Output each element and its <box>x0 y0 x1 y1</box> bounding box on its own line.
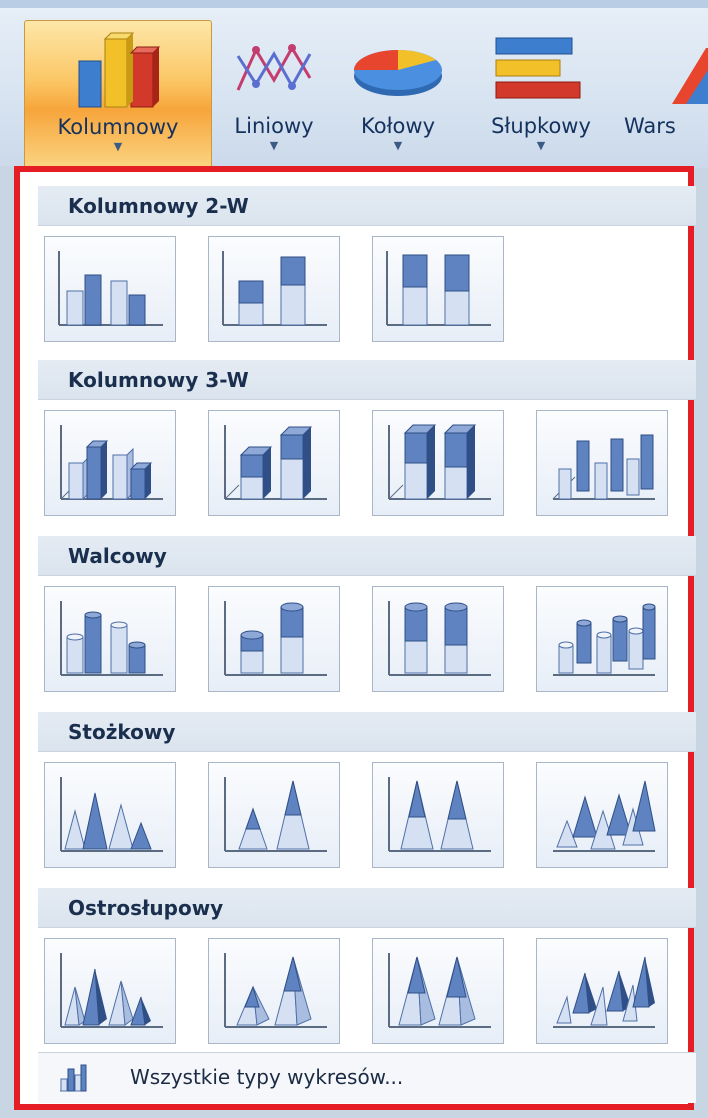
stacked-pyramid-button[interactable] <box>208 938 340 1044</box>
100-percent-stacked-column-icon <box>386 251 491 326</box>
section-header-2d-column: Kolumnowy 2-W <box>38 186 696 226</box>
pie-chart-icon <box>340 20 456 112</box>
3d-column-button[interactable] <box>536 410 668 516</box>
bar-chart-icon <box>466 20 616 112</box>
100-percent-stacked-cylinder-icon <box>388 601 491 676</box>
100-percent-stacked-pyramid-icon <box>388 953 491 1028</box>
stacked-cone-button[interactable] <box>208 762 340 868</box>
3d-cylinder-button[interactable] <box>536 586 668 692</box>
area-chart-label: Wars <box>624 114 676 138</box>
clustered-cone-icon <box>60 777 163 852</box>
3d-cone-icon <box>553 780 656 852</box>
stacked-pyramid-icon <box>224 953 327 1028</box>
column-chart-label: Kolumnowy <box>57 115 179 139</box>
all-chart-types-icon <box>60 1064 87 1092</box>
stacked-cone-icon <box>224 777 327 852</box>
pie-chart-button[interactable]: Kołowy ▼ <box>340 20 456 170</box>
clustered-column-button[interactable] <box>44 236 176 342</box>
line-chart-label: Liniowy <box>234 114 314 138</box>
line-chart-icon <box>214 20 334 112</box>
ribbon-chart-group: Kolumnowy ▼ Liniowy ▼ Kołowy ▼ Słupkowy … <box>0 0 708 170</box>
3d-cone-button[interactable] <box>536 762 668 868</box>
section-header-cylinder: Walcowy <box>38 536 696 576</box>
3d-column-icon <box>552 434 655 500</box>
window-edge <box>0 166 14 1118</box>
chevron-down-icon: ▼ <box>269 139 279 152</box>
3d-cylinder-icon <box>553 603 656 676</box>
3d-pyramid-button[interactable] <box>536 938 668 1044</box>
pie-chart-label: Kołowy <box>361 114 435 138</box>
area-chart-button[interactable]: Wars <box>624 20 708 170</box>
section-header-pyramid: Ostrosłupowy <box>38 888 696 928</box>
3d-pyramid-icon <box>553 956 655 1028</box>
chart-type-dropdown: Kolumnowy 2-W Kolumnowy 3-W Walcowy Stoż… <box>14 166 696 1110</box>
bar-chart-button[interactable]: Słupkowy ▼ <box>466 20 616 170</box>
3d-clustered-column-button[interactable] <box>44 410 176 516</box>
stacked-cylinder-icon <box>224 601 327 676</box>
chevron-down-icon: ▼ <box>393 139 403 152</box>
clustered-cone-button[interactable] <box>44 762 176 868</box>
3d-clustered-column-icon <box>60 425 163 501</box>
bar-chart-label: Słupkowy <box>491 114 591 138</box>
3d-stacked-column-icon <box>224 425 327 500</box>
3d-100-percent-stacked-column-button[interactable] <box>372 410 504 516</box>
section-header-cone: Stożkowy <box>38 712 696 752</box>
100-percent-stacked-pyramid-button[interactable] <box>372 938 504 1044</box>
area-chart-icon <box>624 20 708 112</box>
chevron-down-icon: ▼ <box>113 140 123 153</box>
100-percent-stacked-column-button[interactable] <box>372 236 504 342</box>
all-chart-types-label: Wszystkie typy wykresów... <box>130 1065 404 1089</box>
clustered-cylinder-icon <box>60 601 163 676</box>
100-percent-stacked-cylinder-button[interactable] <box>372 586 504 692</box>
stacked-cylinder-button[interactable] <box>208 586 340 692</box>
column-chart-icon <box>25 21 211 113</box>
clustered-column-icon <box>58 251 163 326</box>
stacked-column-button[interactable] <box>208 236 340 342</box>
100-percent-stacked-cone-button[interactable] <box>372 762 504 868</box>
all-chart-types-menu-item[interactable]: Wszystkie typy wykresów... <box>38 1052 696 1103</box>
chevron-down-icon: ▼ <box>536 139 546 152</box>
3d-100-percent-stacked-column-icon <box>388 424 491 500</box>
column-chart-button[interactable]: Kolumnowy ▼ <box>24 20 212 170</box>
line-chart-button[interactable]: Liniowy ▼ <box>214 20 334 170</box>
clustered-pyramid-icon <box>60 953 163 1028</box>
clustered-pyramid-button[interactable] <box>44 938 176 1044</box>
clustered-cylinder-button[interactable] <box>44 586 176 692</box>
3d-stacked-column-button[interactable] <box>208 410 340 516</box>
section-header-3d-column: Kolumnowy 3-W <box>38 360 696 400</box>
100-percent-stacked-cone-icon <box>388 777 491 852</box>
stacked-column-icon <box>222 251 327 326</box>
